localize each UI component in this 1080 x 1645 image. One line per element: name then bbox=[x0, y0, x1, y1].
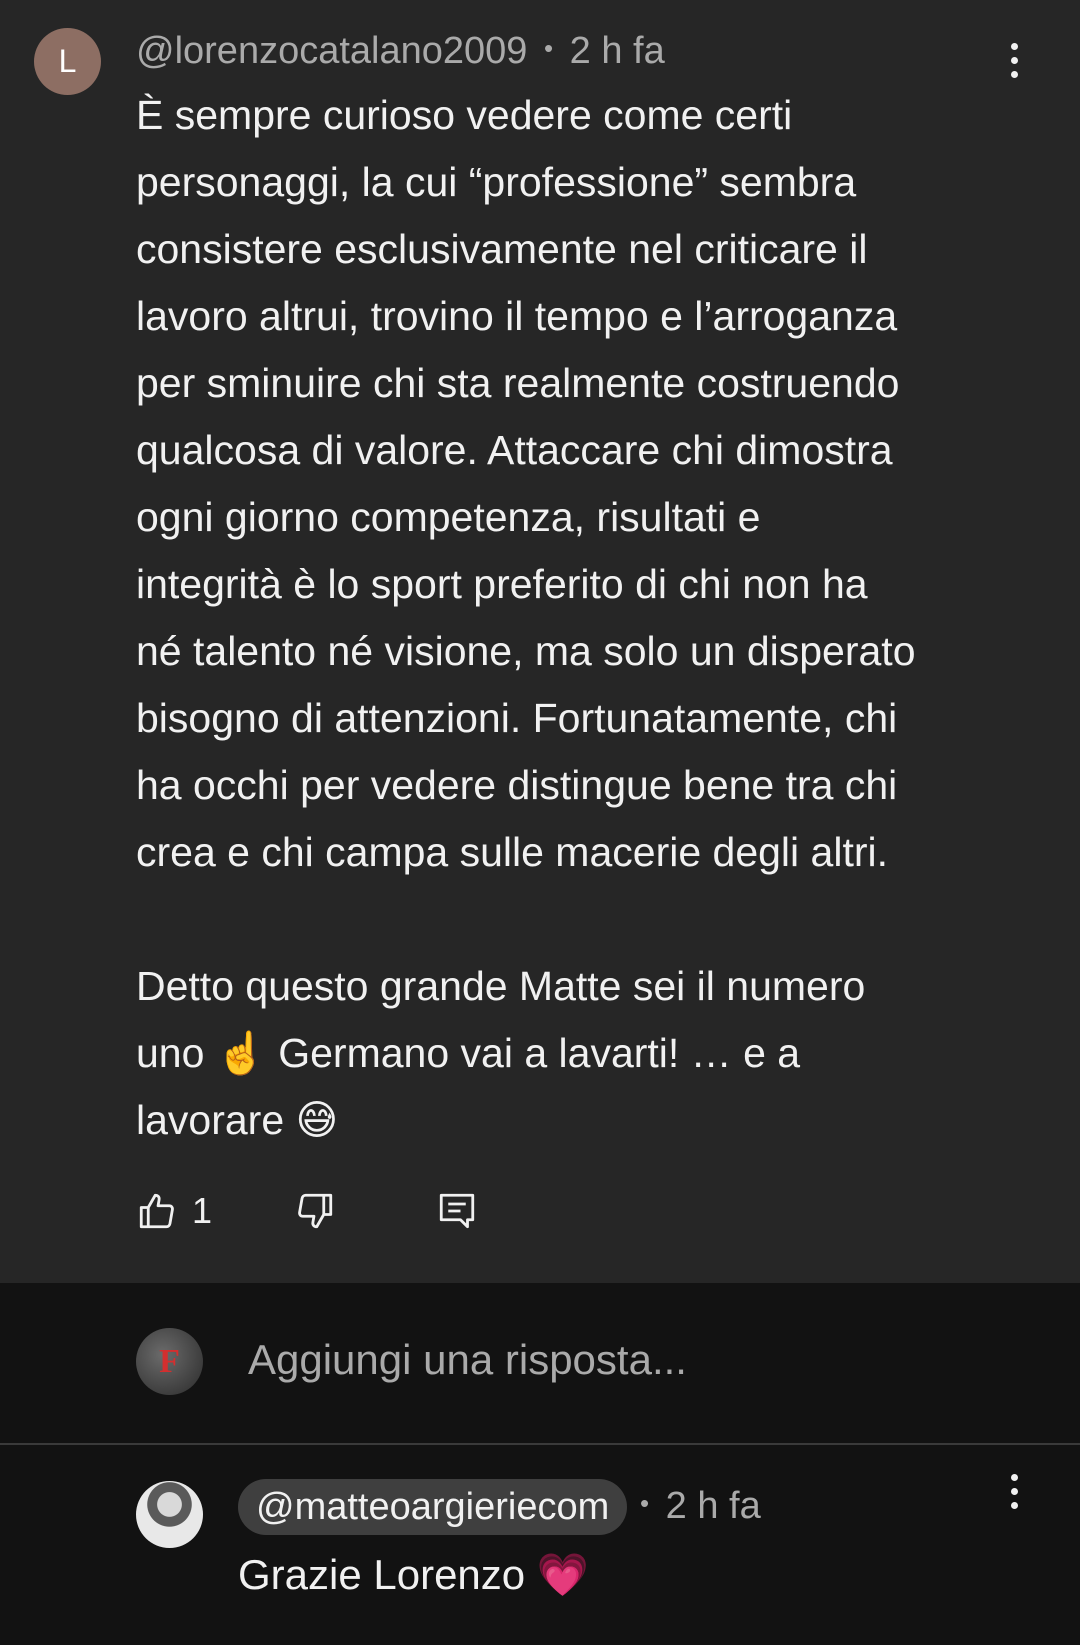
meta-separator: • bbox=[640, 1488, 650, 1518]
reply-meta: • 2 h fa bbox=[640, 1485, 761, 1528]
current-user-avatar[interactable]: F bbox=[136, 1328, 203, 1395]
comment-author[interactable]: @lorenzocatalano2009 bbox=[136, 30, 527, 72]
reply-author-chip[interactable]: @matteoargieriecom bbox=[238, 1479, 628, 1535]
comment-card: L @lorenzocatalano2009 • 2 h fa È sempre… bbox=[0, 0, 1080, 1283]
reply-avatar[interactable] bbox=[136, 1481, 203, 1548]
comment-text: È sempre curioso vedere come certi perso… bbox=[136, 92, 916, 1143]
meta-separator: • bbox=[543, 33, 554, 63]
avatar-letter: L bbox=[58, 43, 77, 79]
more-vertical-icon[interactable] bbox=[994, 30, 1034, 90]
dislike-button[interactable] bbox=[294, 1190, 336, 1232]
like-count: 1 bbox=[192, 1190, 213, 1231]
comment-meta: @lorenzocatalano2009 • 2 h fa bbox=[136, 30, 665, 73]
reply-button[interactable] bbox=[436, 1190, 478, 1232]
more-vertical-icon[interactable] bbox=[994, 1461, 1034, 1521]
avatar[interactable]: L bbox=[34, 28, 101, 95]
reply-input[interactable] bbox=[248, 1329, 1008, 1391]
like-button[interactable]: 1 bbox=[136, 1190, 212, 1232]
thumbs-up-icon bbox=[139, 1193, 174, 1229]
reply-timestamp: 2 h fa bbox=[665, 1485, 761, 1527]
reply-item: @matteoargieriecom • 2 h fa Grazie Loren… bbox=[0, 1445, 1080, 1645]
comment-timestamp: 2 h fa bbox=[569, 30, 665, 72]
thumbs-down-icon bbox=[298, 1193, 333, 1229]
reply-text: Grazie Lorenzo 💗 bbox=[238, 1551, 590, 1598]
reply-composer: F bbox=[0, 1283, 1080, 1443]
avatar-letter: F bbox=[159, 1342, 180, 1380]
comment-icon bbox=[439, 1193, 475, 1229]
